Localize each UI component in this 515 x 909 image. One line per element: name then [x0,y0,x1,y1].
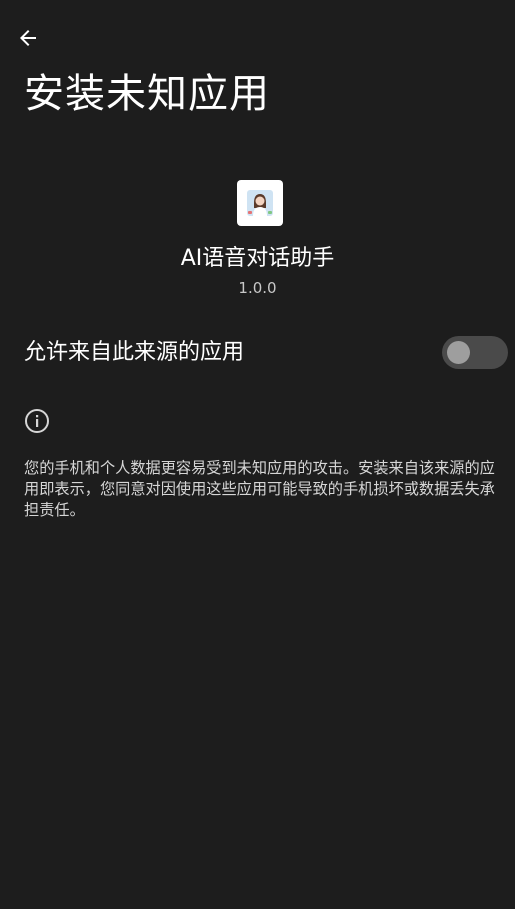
install-unknown-apps-screen: 安装未知应用 AI语音对话助手 1.0.0 允许来自此来源的应用 您的手机和个人… [0,0,515,909]
page-title: 安装未知应用 [24,71,270,117]
setting-label: 允许来自此来源的应用 [24,340,245,365]
security-warning-text: 您的手机和个人数据更容易受到未知应用的攻击。安装来自该来源的应用即表示，您同意对… [24,459,495,519]
assistant-avatar-icon [247,190,273,216]
app-version: 1.0.0 [238,279,277,297]
back-button[interactable] [12,22,44,54]
app-name: AI语音对话助手 [180,246,335,271]
toggle-knob [447,341,470,364]
info-icon [24,408,50,434]
allow-from-source-setting[interactable]: 允许来自此来源的应用 [0,328,515,378]
arrow-back-icon[interactable] [16,26,40,50]
allow-from-source-toggle[interactable] [442,336,508,369]
app-icon [237,180,283,226]
